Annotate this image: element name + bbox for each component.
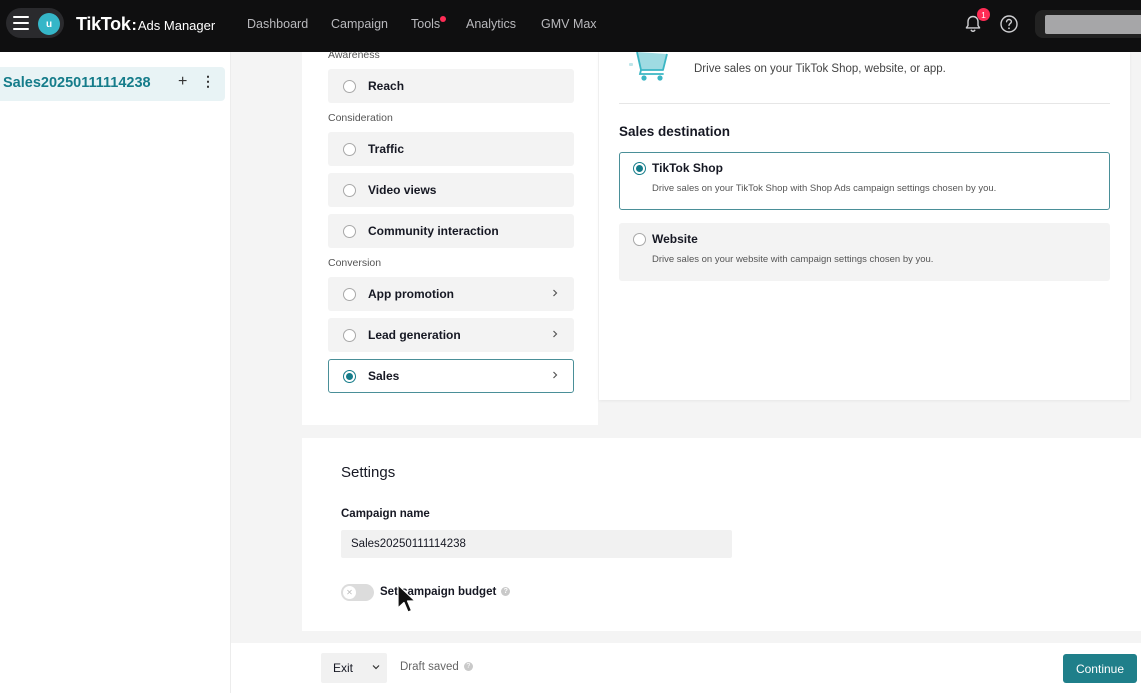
option-label: Lead generation — [368, 328, 461, 342]
destination-option-website[interactable]: Website Drive sales on your website with… — [619, 223, 1110, 281]
radio-video-views[interactable] — [343, 183, 356, 197]
objective-option-lead-generation[interactable]: Lead generation — [328, 318, 574, 352]
option-label: Sales — [368, 369, 400, 383]
info-icon[interactable]: ? — [463, 662, 473, 672]
toggle-off-icon: ✕ — [343, 586, 356, 599]
sales-detail-panel: Drive sales on your TikTok Shop, website… — [599, 52, 1130, 400]
group-label-awareness: Awareness — [328, 49, 380, 61]
objective-option-video-views[interactable]: Video views — [328, 173, 574, 207]
radio-website[interactable] — [633, 233, 646, 246]
option-label: Traffic — [368, 142, 405, 156]
objective-option-sales[interactable]: Sales — [328, 359, 574, 393]
sales-destination-title: Sales destination — [619, 124, 731, 139]
draft-saved-text: Draft saved — [400, 661, 459, 673]
radio-tiktok-shop[interactable] — [633, 162, 646, 175]
option-label: Reach — [368, 79, 405, 93]
campaign-budget-toggle[interactable]: ✕ — [341, 584, 374, 601]
logo-subtitle: Ads Manager — [137, 18, 216, 33]
draft-saved-status: Draft saved? — [400, 661, 473, 673]
objective-option-traffic[interactable]: Traffic — [328, 132, 574, 166]
radio-community-interaction[interactable] — [343, 224, 356, 238]
help-icon[interactable] — [999, 14, 1019, 34]
radio-reach[interactable] — [343, 79, 356, 93]
shopping-cart-icon — [629, 52, 668, 81]
hamburger-menu-icon[interactable] — [13, 16, 29, 30]
mouse-cursor-icon — [397, 584, 416, 613]
campaign-name-input[interactable] — [341, 530, 732, 558]
tiktok-ads-manager-logo[interactable]: TikTok : Ads Manager — [76, 14, 215, 35]
option-label: Video views — [368, 183, 437, 197]
objective-option-app-promotion[interactable]: App promotion — [328, 277, 574, 311]
nav-analytics[interactable]: Analytics — [466, 17, 516, 31]
sidebar-campaign-name: Sales20250111114238 — [3, 75, 151, 91]
destination-description: Drive sales on your TikTok Shop with Sho… — [652, 183, 997, 194]
continue-button[interactable]: Continue — [1063, 654, 1137, 683]
settings-panel: Settings Campaign name ✕ Set campaign bu… — [302, 438, 1141, 631]
radio-sales[interactable] — [343, 369, 356, 383]
chevron-down-icon[interactable] — [372, 663, 380, 671]
sidebar-campaign-item[interactable]: Sales20250111114238 + ⋮ — [0, 67, 225, 101]
option-label: Community interaction — [368, 224, 499, 238]
group-label-consideration: Consideration — [328, 112, 393, 124]
group-label-conversion: Conversion — [328, 257, 382, 269]
info-icon[interactable]: ? — [501, 587, 511, 597]
user-avatar[interactable]: u — [38, 13, 60, 35]
settings-title: Settings — [341, 464, 396, 481]
campaign-name-label: Campaign name — [341, 508, 430, 520]
nav-gmv-max[interactable]: GMV Max — [541, 17, 597, 31]
notification-count-badge: 1 — [977, 8, 990, 21]
destination-option-tiktok-shop[interactable]: TikTok Shop Drive sales on your TikTok S… — [619, 152, 1110, 210]
objective-panel: Awareness Reach Consideration Traffic Vi… — [302, 49, 598, 425]
option-label: App promotion — [368, 287, 454, 301]
chevron-right-icon — [553, 289, 558, 297]
nav-dashboard[interactable]: Dashboard — [247, 17, 308, 31]
left-sidebar: Sales20250111114238 + ⋮ — [0, 52, 231, 693]
destination-name: Website — [652, 232, 698, 246]
radio-traffic[interactable] — [343, 142, 356, 156]
destination-name: TikTok Shop — [652, 161, 723, 175]
tools-notification-dot — [440, 16, 446, 22]
chevron-right-icon — [553, 330, 558, 338]
radio-app-promotion[interactable] — [343, 287, 356, 301]
more-options-icon[interactable]: ⋮ — [201, 73, 215, 90]
logo-separator: : — [131, 17, 137, 34]
radio-lead-generation[interactable] — [343, 328, 356, 342]
top-navigation-bar: u TikTok : Ads Manager Dashboard Campaig… — [0, 0, 1141, 52]
nav-tools[interactable]: Tools — [411, 17, 440, 31]
sales-objective-description: Drive sales on your TikTok Shop, website… — [694, 63, 946, 75]
add-ad-group-button[interactable]: + — [178, 73, 187, 91]
nav-campaign[interactable]: Campaign — [331, 17, 388, 31]
account-name-redacted — [1045, 15, 1141, 34]
divider — [619, 103, 1110, 104]
chevron-right-icon — [553, 371, 558, 379]
logo-wordmark: TikTok — [76, 14, 131, 34]
objective-option-reach[interactable]: Reach — [328, 69, 574, 103]
footer-bar: Exit Draft saved? Continue — [231, 643, 1141, 693]
destination-description: Drive sales on your website with campaig… — [652, 254, 934, 265]
objective-option-community-interaction[interactable]: Community interaction — [328, 214, 574, 248]
